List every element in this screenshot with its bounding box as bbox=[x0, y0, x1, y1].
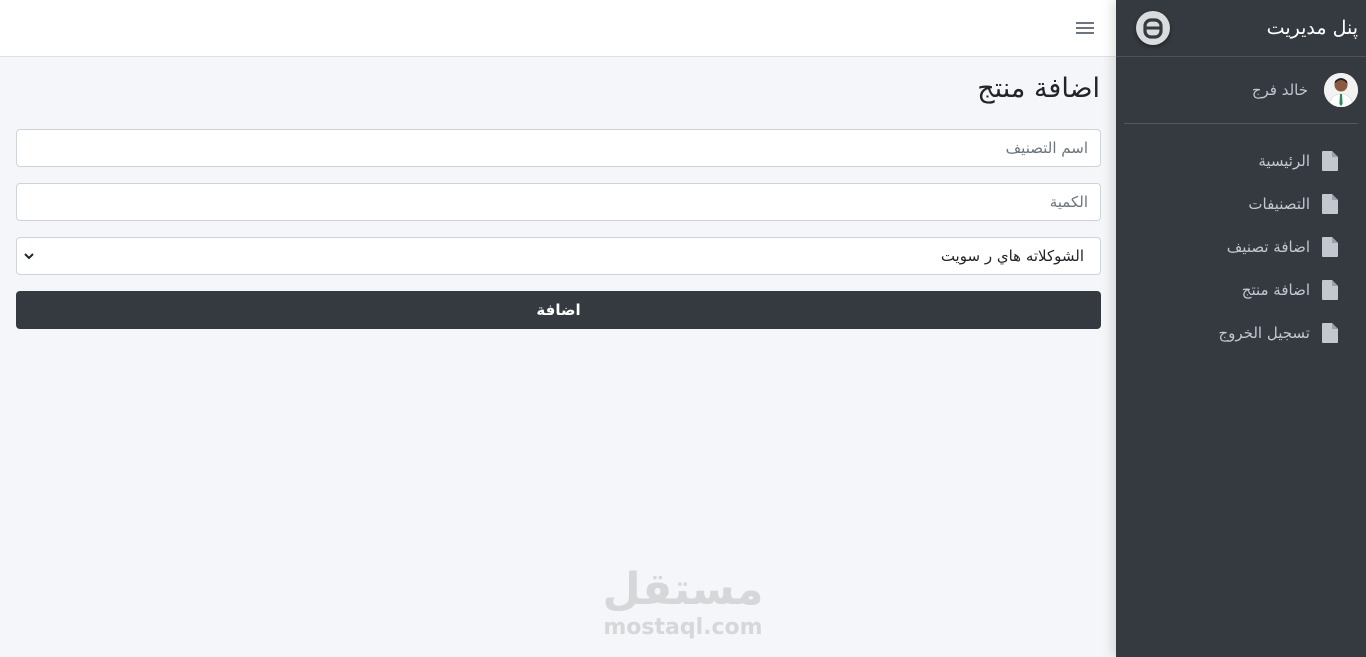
sidebar-item-add-category[interactable]: اضافة تصنيف bbox=[1116, 225, 1366, 268]
watermark-latin: mostaql.com bbox=[603, 615, 763, 640]
file-icon bbox=[1322, 193, 1338, 214]
brand-logo-icon bbox=[1136, 11, 1170, 45]
sidebar-item-label: تسجيل الخروج bbox=[1218, 323, 1310, 342]
category-name-input[interactable] bbox=[16, 129, 1101, 167]
hamburger-icon[interactable] bbox=[1076, 19, 1094, 37]
sidebar-item-add-product[interactable]: اضافة منتج bbox=[1116, 268, 1366, 311]
sidebar-item-categories[interactable]: التصنيفات bbox=[1116, 182, 1366, 225]
sidebar: پنل مدیریت خالد فرج الرئيسية التصنيفات ا… bbox=[1116, 0, 1366, 657]
category-select[interactable]: الشوكلاته هاي ر سويت bbox=[16, 237, 1101, 275]
sidebar-item-label: اضافة منتج bbox=[1241, 280, 1310, 299]
main-content: اضافة منتج الشوكلاته هاي ر سويت اضافة مس… bbox=[0, 57, 1116, 657]
chevron-down-icon bbox=[23, 247, 35, 266]
brand-text: پنل مدیریت bbox=[1266, 17, 1358, 39]
user-panel[interactable]: خالد فرج bbox=[1124, 57, 1358, 124]
sidebar-item-logout[interactable]: تسجيل الخروج bbox=[1116, 311, 1366, 354]
select-value: الشوكلاته هاي ر سويت bbox=[940, 247, 1084, 265]
watermark-logo: مستقل mostaql.com bbox=[600, 565, 766, 641]
submit-button[interactable]: اضافة bbox=[16, 291, 1101, 329]
watermark-arabic: مستقل bbox=[602, 564, 764, 615]
file-icon bbox=[1322, 322, 1338, 343]
file-icon bbox=[1322, 236, 1338, 257]
sidebar-item-label: التصنيفات bbox=[1248, 194, 1310, 213]
sidebar-nav: الرئيسية التصنيفات اضافة تصنيف اضافة منت… bbox=[1116, 139, 1366, 354]
quantity-input[interactable] bbox=[16, 183, 1101, 221]
page-title: اضافة منتج bbox=[977, 73, 1100, 104]
file-icon bbox=[1322, 150, 1338, 171]
top-navbar bbox=[0, 0, 1116, 57]
sidebar-item-label: الرئيسية bbox=[1258, 151, 1310, 170]
file-icon bbox=[1322, 279, 1338, 300]
avatar bbox=[1324, 73, 1358, 107]
sidebar-item-label: اضافة تصنيف bbox=[1226, 237, 1310, 256]
user-name: خالد فرج bbox=[1251, 81, 1308, 99]
brand[interactable]: پنل مدیریت bbox=[1116, 0, 1366, 57]
sidebar-item-home[interactable]: الرئيسية bbox=[1116, 139, 1366, 182]
